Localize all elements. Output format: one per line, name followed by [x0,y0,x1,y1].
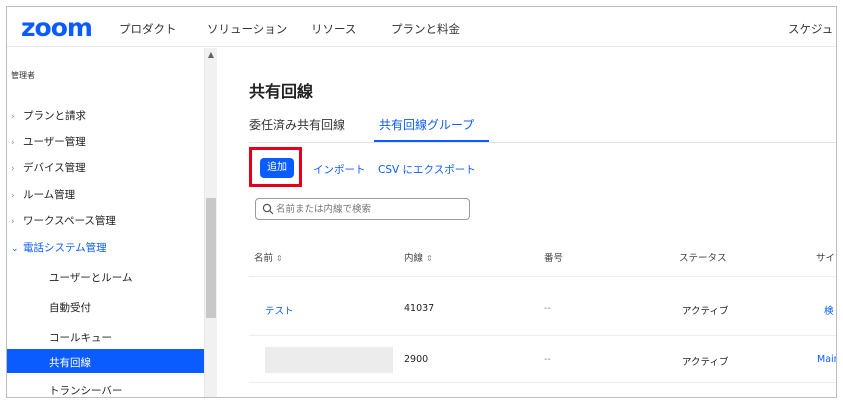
chevron-right-icon: › [11,112,15,122]
chevron-right-icon: › [11,164,15,174]
export-csv-button[interactable]: CSV にエクスポート [378,162,476,177]
sidebar-subitem-shared-lines[interactable]: 共有回線 [7,349,204,373]
nav-resources[interactable]: リソース [311,21,356,37]
nav-solutions[interactable]: ソリューション [207,21,287,37]
scroll-up-arrow-icon[interactable]: ▲ [205,50,217,59]
sidebar-item-plans-billing[interactable]: › プランと請求 [11,108,86,123]
search-icon [262,203,274,215]
row-site-link[interactable]: Mair [817,354,836,365]
sidebar-item-label: プランと請求 [23,110,86,122]
row-status: アクティブ [682,306,729,317]
nav-schedule[interactable]: スケジュ [788,21,833,37]
column-header-status: ステータス [679,253,727,264]
row-extension: 2900 [404,354,429,365]
sidebar-item-label: ユーザー管理 [23,136,86,148]
sidebar-item-device-management[interactable]: › デバイス管理 [11,160,86,175]
sidebar-subitem-walkie-talkie[interactable]: トランシーバー [49,383,122,397]
chevron-right-icon: › [11,217,15,227]
tab-shared-line-groups[interactable]: 共有回線グループ [379,116,474,133]
search-input[interactable] [276,200,466,218]
row-name-link[interactable]: テスト [265,303,294,317]
nav-products[interactable]: プロダクト [119,21,177,37]
sidebar-subitem-call-queue[interactable]: コールキュー [49,330,112,345]
chevron-down-icon: ⌄ [11,244,19,254]
sidebar-subitem-auto-receptionist[interactable]: 自動受付 [49,300,91,315]
highlight-annotation-box [249,147,302,187]
table-divider [249,276,836,277]
row-status: アクティブ [682,357,729,368]
page-title: 共有回線 [249,82,314,101]
row-number: -- [544,303,551,314]
row-site-link[interactable]: 検 [824,303,834,317]
column-header-extension[interactable]: 内線 ⇕ [404,250,433,264]
table-row-divider [249,335,836,336]
tab-delegated-shared-lines[interactable]: 委任済み共有回線 [249,116,345,133]
column-header-number: 番号 [544,253,564,264]
chevron-right-icon: › [11,191,15,201]
sidebar-item-label: 電話システム管理 [23,242,107,254]
column-header-label: 名前 [254,253,274,264]
sidebar-subitem-label: 共有回線 [49,357,91,369]
sidebar-item-workspace-management[interactable]: › ワークスペース管理 [11,213,116,228]
row-extension: 41037 [404,303,435,314]
browser-frame: zoom プロダクト ソリューション リソース プランと料金 スケジュ 管理者 … [6,6,837,398]
sidebar-item-user-management[interactable]: › ユーザー管理 [11,134,86,149]
sidebar-item-label: ルーム管理 [23,189,76,201]
redacted-name [265,347,393,373]
main-content: 共有回線 委任済み共有回線 共有回線グループ 追加 インポート CSV にエクス… [217,48,836,397]
sidebar-section-label: 管理者 [11,71,35,80]
row-number: -- [544,354,551,365]
sidebar-item-label: ワークスペース管理 [23,215,116,227]
column-header-label: 内線 [404,253,424,264]
sort-icon[interactable]: ⇕ [426,254,433,263]
sidebar-scrollbar[interactable]: ▲ [204,48,217,397]
scrollbar-thumb[interactable] [206,198,216,318]
tabs-divider [249,142,836,143]
column-header-name[interactable]: 名前 ⇕ [254,250,283,264]
sidebar-subitem-users-rooms[interactable]: ユーザーとルーム [49,270,132,285]
column-header-site: サイ [816,253,836,264]
chevron-right-icon: › [11,138,15,148]
top-navigation: zoom プロダクト ソリューション リソース プランと料金 スケジュ [7,7,836,47]
sort-icon[interactable]: ⇕ [276,254,283,263]
sidebar-item-label: デバイス管理 [23,162,86,174]
admin-sidebar: 管理者 › プランと請求 › ユーザー管理 › デバイス管理 › ルーム管理 › ワークス… [7,48,217,397]
zoom-logo[interactable]: zoom [21,13,93,42]
sidebar-item-room-management[interactable]: › ルーム管理 [11,187,75,202]
search-box[interactable] [255,198,470,220]
import-button[interactable]: インポート [313,162,366,177]
table-row-divider [249,382,836,383]
nav-plans-pricing[interactable]: プランと料金 [391,21,460,37]
sidebar-item-phone-system-management[interactable]: ⌄ 電話システム管理 [11,240,107,255]
